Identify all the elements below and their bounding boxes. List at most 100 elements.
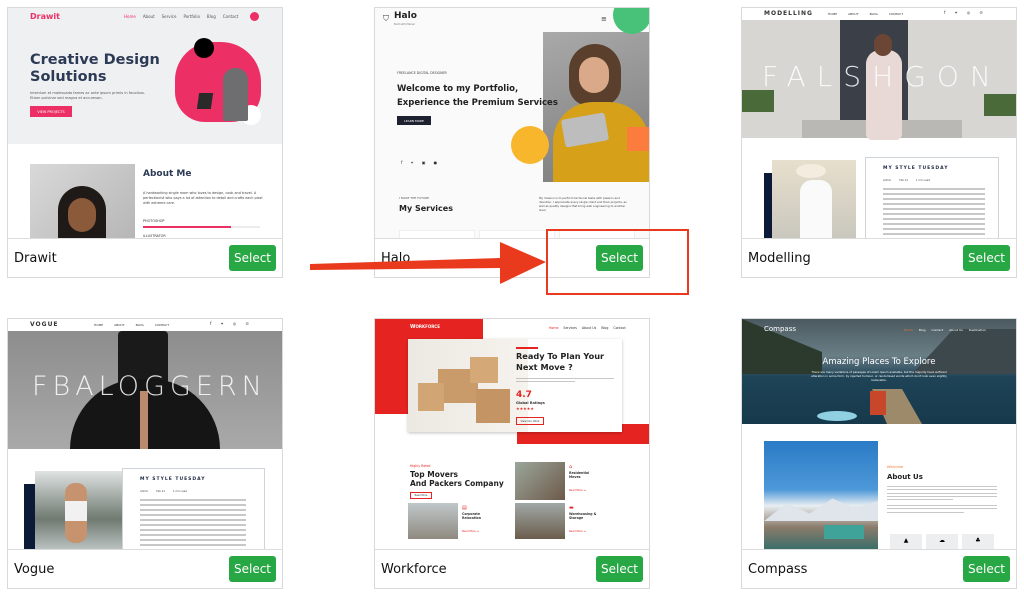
post-title: MY STYLE TUESDAY xyxy=(883,166,949,171)
about-photo xyxy=(30,164,135,238)
post-card: MY STYLE TUESDAY Admin Feb 21 1 min read xyxy=(865,157,999,238)
nav-item: Home xyxy=(124,14,136,19)
skill-bar-track xyxy=(143,226,260,228)
card-footer: Modelling Select xyxy=(742,238,1016,277)
read-more-button: Read More xyxy=(410,492,432,499)
hero-person-photo xyxy=(223,68,248,121)
template-card-workforce: Workforce Home Services About Us Blog Contac… xyxy=(374,318,650,589)
service-title: Warehousing & Storage xyxy=(569,512,597,520)
hero-photo-boxes xyxy=(408,339,528,432)
hero-button: View Our Work xyxy=(516,417,544,425)
nav-item: About xyxy=(142,14,155,19)
preview-logo: Compass xyxy=(764,325,797,333)
twitter-icon: ✦ xyxy=(410,160,414,165)
hero-title: Ready To Plan Your Next Move ? xyxy=(516,351,605,372)
service-title: Corporate Relocation xyxy=(462,512,482,520)
title-accent-line xyxy=(516,347,538,349)
rating-stars: ★★★★★ xyxy=(516,406,534,411)
service-card xyxy=(479,230,555,238)
preview-nav: Home Blog Contact About Us Destination xyxy=(904,328,986,332)
skill-bar-fill xyxy=(143,226,231,228)
hero-text: There are many variations of passages of… xyxy=(811,370,947,382)
hero-eyebrow: FREELANCE DIGITAL DESIGNER xyxy=(397,71,447,75)
post-body xyxy=(883,188,985,238)
preview-tagline: Built with Mainer xyxy=(394,23,416,26)
section-title: Top Movers And Packers Company xyxy=(410,470,504,488)
template-preview-halo[interactable]: ⛉ Halo Built with Mainer ≡ LET'S TALK FR… xyxy=(375,8,649,238)
template-preview-compass[interactable]: Compass Home Blog Contact About Us Destinati… xyxy=(742,319,1016,549)
service-photo xyxy=(515,462,565,500)
reddit-icon: ● xyxy=(433,160,438,165)
about-photo xyxy=(764,441,878,549)
building-icon: ▤ xyxy=(462,505,467,511)
preview-nav: HOME ABOUT BLOG CONTACT xyxy=(94,323,170,327)
services-text: My mission is to perform technical tasks… xyxy=(539,196,627,212)
menu-icon: ≡ xyxy=(601,15,607,23)
post-meta: Admin Feb 21 1 min read xyxy=(883,179,931,182)
social-icons: f ✦ ▣ ● xyxy=(401,160,437,165)
rating-value: 4.7 xyxy=(516,390,532,400)
preview-nav: HOME ABOUT BLOG CONTACT xyxy=(828,12,904,16)
preview-logo: VOGUE xyxy=(30,321,59,328)
feature-tile: ▲ xyxy=(890,534,922,549)
service-title: Residential Moves xyxy=(569,471,590,479)
post-body xyxy=(140,499,246,549)
search-icon xyxy=(250,12,259,21)
post-meta: Admin Feb 21 1 min read xyxy=(140,490,188,493)
nav-item: Portfolio xyxy=(183,14,200,19)
post-title: MY STYLE TUESDAY xyxy=(140,477,206,482)
skill-label: PHOTOSHOP xyxy=(143,219,165,223)
logo-icon: ⛉ xyxy=(383,14,389,23)
home-icon: ⌂ xyxy=(569,464,573,470)
nav-item: Blog xyxy=(206,14,216,19)
hero-text xyxy=(516,378,614,385)
service-photo xyxy=(408,503,458,539)
services-title: My Services xyxy=(399,204,453,213)
template-preview-vogue[interactable]: VOGUE HOME ABOUT BLOG CONTACT f ✦ ◎ ℗ FBALOGGE… xyxy=(8,319,282,549)
hero-card: Ready To Plan Your Next Move ? 4.7 Globa… xyxy=(408,339,622,432)
warehouse-icon: ▬ xyxy=(569,505,574,511)
select-button[interactable]: Select xyxy=(229,245,276,271)
post-photo xyxy=(35,471,122,549)
template-preview-workforce[interactable]: Workforce Home Services About Us Blog Contac… xyxy=(375,319,649,549)
about-eyebrow: Welcome xyxy=(887,465,904,469)
select-button[interactable]: Select xyxy=(963,556,1010,582)
template-preview-drawit[interactable]: Drawit Home About Service Portfolio Blog… xyxy=(8,8,282,238)
facebook-icon: f xyxy=(401,160,403,165)
template-card-vogue: VOGUE HOME ABOUT BLOG CONTACT f ✦ ◎ ℗ FBALOGGE… xyxy=(7,318,283,589)
about-title: About Me xyxy=(143,169,192,179)
weather-icon: ☁ xyxy=(939,537,945,544)
select-button[interactable]: Select xyxy=(963,245,1010,271)
card-footer: Compass Select xyxy=(742,549,1016,588)
rating-label: Global Ratings xyxy=(516,401,545,405)
template-name: Vogue xyxy=(14,561,55,577)
hero-black-circle xyxy=(194,38,214,58)
hero-title: Amazing Places To Explore xyxy=(822,357,936,367)
social-icons: f ✦ ◎ ℗ xyxy=(944,10,984,15)
template-name: Workforce xyxy=(381,561,447,577)
annotation-highlight-box xyxy=(546,229,689,295)
nav-item: Contact xyxy=(222,14,239,19)
template-name: Compass xyxy=(748,561,808,577)
nav-item: Service xyxy=(161,14,177,19)
about-text: A hardworking single mom who loves to de… xyxy=(143,191,263,205)
service-photo xyxy=(515,503,565,539)
template-preview-modelling[interactable]: MODELLING HOME ABOUT BLOG CONTACT f ✦ ◎ ℗ FALS… xyxy=(742,8,1016,238)
card-footer: Workforce Select xyxy=(375,549,649,588)
card-footer: Drawit Select xyxy=(8,238,282,277)
service-card xyxy=(399,230,475,238)
template-card-drawit: Drawit Home About Service Portfolio Blog… xyxy=(7,7,283,278)
annotation-arrow-icon xyxy=(310,242,546,284)
select-button[interactable]: Select xyxy=(229,556,276,582)
preview-logo: Halo xyxy=(394,11,417,21)
hero-overlay-text: FBALOGGERN xyxy=(32,371,267,402)
hero-photo xyxy=(543,32,649,182)
orange-square xyxy=(627,127,649,151)
select-button[interactable]: Select xyxy=(596,556,643,582)
service-read-more: Read More ➜ xyxy=(569,489,586,492)
template-gallery: Drawit Home About Service Portfolio Blog… xyxy=(0,0,1024,599)
hero-button: LEARN MORE xyxy=(397,116,431,125)
yellow-circle xyxy=(511,126,549,164)
card-footer: Vogue Select xyxy=(8,549,282,588)
preview-logo: Workforce xyxy=(410,324,440,330)
